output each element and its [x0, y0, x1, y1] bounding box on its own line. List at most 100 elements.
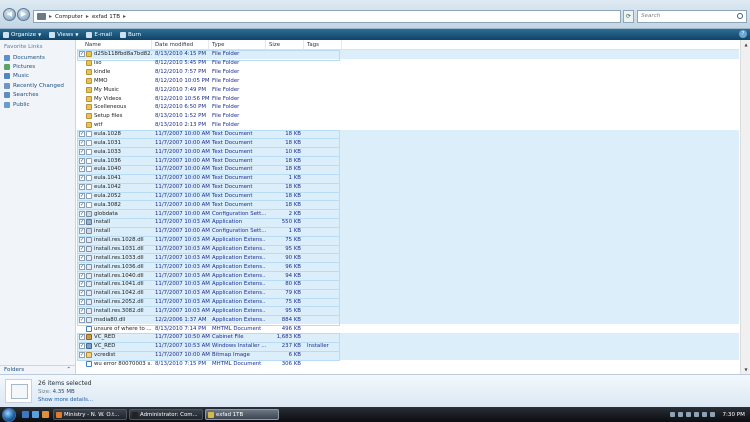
- row-checkbox[interactable]: ✓: [79, 290, 85, 297]
- file-row[interactable]: kindle 8/12/2010 7:57 PM File Folder: [77, 68, 739, 77]
- row-checkbox[interactable]: [79, 361, 85, 367]
- tray-icon[interactable]: [686, 412, 692, 417]
- row-checkbox[interactable]: ✓: [79, 272, 85, 279]
- file-row[interactable]: ✓ eula.1028 11/7/2007 10:00 AM Text Documen…: [77, 129, 739, 141]
- row-checkbox[interactable]: ✓: [79, 51, 85, 58]
- breadcrumb-computer[interactable]: Computer: [55, 14, 83, 20]
- start-button[interactable]: [2, 407, 16, 422]
- clock[interactable]: 7:30 PM: [722, 412, 745, 418]
- tray-icon[interactable]: [678, 412, 684, 417]
- address-field[interactable]: ▸ Computer ▸ exfad 1TB ▸: [33, 10, 621, 23]
- file-row[interactable]: ✓ eula.2052 11/7/2007 10:00 AM Text Documen…: [77, 191, 739, 202]
- file-row[interactable]: ✓ eula.1041 11/7/2007 10:00 AM Text Documen…: [77, 173, 739, 185]
- file-row[interactable]: ✓ eula.1031 11/7/2007 10:00 AM Text Documen…: [77, 138, 739, 149]
- column-header-tags[interactable]: Tags: [304, 40, 342, 49]
- row-checkbox[interactable]: [79, 78, 85, 84]
- row-checkbox[interactable]: ✓: [79, 343, 85, 350]
- file-row[interactable]: ✓ eula.3082 11/7/2007 10:00 AM Text Documen…: [77, 200, 739, 211]
- back-button[interactable]: ◀: [3, 8, 16, 21]
- quick-launch-icon[interactable]: [22, 411, 29, 418]
- file-row[interactable]: wu error 80070003 s... 8/13/2010 7:15 PM M…: [77, 360, 739, 369]
- file-row[interactable]: ✓ install.res.2052.dll 11/7/2007 10:03 AM A…: [77, 297, 739, 309]
- taskbar-button[interactable]: Administrator: Com...: [129, 409, 203, 420]
- file-row[interactable]: ✓ eula.1036 11/7/2007 10:00 AM Text Documen…: [77, 156, 739, 167]
- file-row[interactable]: ✓ eula.1040 11/7/2007 10:00 AM Text Documen…: [77, 164, 739, 176]
- row-checkbox[interactable]: ✓: [79, 245, 85, 252]
- file-row[interactable]: My Music 8/12/2010 7:49 PM File Folder: [77, 85, 739, 94]
- breadcrumb-drive[interactable]: exfad 1TB: [92, 14, 120, 20]
- search-input[interactable]: Search: [637, 10, 747, 23]
- row-checkbox[interactable]: ✓: [79, 307, 85, 314]
- show-more-details-link[interactable]: Show more details...: [38, 397, 93, 403]
- sidebar-item-searches[interactable]: Searches: [0, 91, 75, 100]
- sidebar-item-music[interactable]: Music: [0, 72, 75, 81]
- column-header-date[interactable]: Date modified: [152, 40, 209, 49]
- row-checkbox[interactable]: ✓: [79, 175, 85, 182]
- row-checkbox[interactable]: ✓: [79, 334, 85, 341]
- refresh-button[interactable]: ⟳: [623, 10, 634, 23]
- row-checkbox[interactable]: ✓: [79, 352, 85, 359]
- burn-button[interactable]: Burn: [119, 31, 141, 38]
- file-row[interactable]: My Videos 8/12/2010 10:56 PM File Folder: [77, 94, 739, 103]
- quick-launch-icon[interactable]: [32, 411, 39, 418]
- taskbar-button[interactable]: Ministry - N. W. O.t...: [53, 409, 127, 420]
- tray-icon[interactable]: [694, 412, 700, 417]
- quick-launch-icon[interactable]: [42, 411, 49, 418]
- file-row[interactable]: wtf 8/13/2010 2:13 PM File Folder: [77, 121, 739, 130]
- row-checkbox[interactable]: ✓: [79, 131, 85, 138]
- file-row[interactable]: ✓ install 11/7/2007 10:03 AM Application 550…: [77, 218, 739, 229]
- file-row[interactable]: unsure of where to ... 8/13/2010 7:14 PM M…: [77, 324, 739, 333]
- search-icon[interactable]: [737, 13, 743, 19]
- file-row[interactable]: MMO 8/12/2010 10:05 PM File Folder: [77, 77, 739, 86]
- file-row[interactable]: ✓ install.res.1042.dll 11/7/2007 10:03 AM A…: [77, 288, 739, 300]
- email-button[interactable]: E-mail: [86, 31, 112, 38]
- folders-toggle[interactable]: Folders ⌃: [0, 365, 75, 374]
- column-header-name[interactable]: Name: [77, 40, 152, 49]
- views-button[interactable]: Views ▼: [49, 31, 78, 38]
- row-checkbox[interactable]: ✓: [79, 316, 85, 323]
- help-button[interactable]: ?: [739, 30, 747, 38]
- row-checkbox[interactable]: ✓: [79, 139, 85, 146]
- scroll-up-icon[interactable]: ▲: [741, 40, 750, 49]
- sidebar-item-documents[interactable]: Documents: [0, 53, 75, 62]
- file-row[interactable]: ✓ globdata 11/7/2007 10:00 AM Configuration…: [77, 209, 739, 220]
- file-row[interactable]: ✓ msdia80.dll 12/2/2006 1:37 AM Application…: [77, 315, 739, 326]
- volume-icon[interactable]: [710, 412, 716, 417]
- row-checkbox[interactable]: [79, 113, 85, 119]
- organize-button[interactable]: Organize ▼: [3, 31, 41, 38]
- row-checkbox[interactable]: ✓: [79, 192, 85, 199]
- row-checkbox[interactable]: [79, 122, 85, 128]
- sidebar-item-pictures[interactable]: Pictures: [0, 62, 75, 71]
- row-checkbox[interactable]: ✓: [79, 263, 85, 270]
- column-header-type[interactable]: Type: [209, 40, 266, 49]
- file-row[interactable]: ✓ install.res.1031.dll 11/7/2007 10:03 AM A…: [77, 244, 739, 255]
- file-row[interactable]: ✓ eula.1042 11/7/2007 10:00 AM Text Documen…: [77, 182, 739, 194]
- row-checkbox[interactable]: ✓: [79, 157, 85, 164]
- row-checkbox[interactable]: [79, 60, 85, 66]
- file-row[interactable]: iso 8/12/2010 5:45 PM File Folder: [77, 59, 739, 68]
- file-row[interactable]: Scelleneous 8/12/2010 6:50 PM File Folder: [77, 103, 739, 112]
- forward-button[interactable]: ▶: [17, 8, 30, 21]
- network-icon[interactable]: [702, 412, 708, 417]
- file-row[interactable]: ✓ install.res.1036.dll 11/7/2007 10:03 AM A…: [77, 262, 739, 273]
- vertical-scrollbar[interactable]: ▲ ▼: [740, 40, 750, 374]
- row-checkbox[interactable]: [79, 87, 85, 93]
- row-checkbox[interactable]: ✓: [79, 166, 85, 173]
- row-checkbox[interactable]: ✓: [79, 254, 85, 261]
- file-row[interactable]: ✓ install.res.1040.dll 11/7/2007 10:03 AM A…: [77, 271, 739, 282]
- file-row[interactable]: ✓ install.res.3082.dll 11/7/2007 10:03 AM A…: [77, 306, 739, 317]
- file-row[interactable]: ✓ d25b118fbd8a7bd82... 8/13/2010 4:15 PM Fi…: [77, 50, 739, 61]
- row-checkbox[interactable]: [79, 96, 85, 102]
- row-checkbox[interactable]: ✓: [79, 210, 85, 217]
- row-checkbox[interactable]: [79, 104, 85, 110]
- file-row[interactable]: ✓ eula.1033 11/7/2007 10:00 AM Text Documen…: [77, 147, 739, 158]
- file-row[interactable]: ✓ install.res.1033.dll 11/7/2007 10:03 AM A…: [77, 253, 739, 264]
- row-checkbox[interactable]: ✓: [79, 228, 85, 235]
- row-checkbox[interactable]: ✓: [79, 299, 85, 306]
- taskbar-button[interactable]: exfad 1TB: [205, 409, 279, 420]
- file-row[interactable]: ✓ VC_RED 11/7/2007 10:50 AM Cabinet File 1,6…: [77, 333, 739, 344]
- row-checkbox[interactable]: [79, 69, 85, 75]
- row-checkbox[interactable]: ✓: [79, 201, 85, 208]
- sidebar-item-public[interactable]: Public: [0, 100, 75, 109]
- row-checkbox[interactable]: ✓: [79, 148, 85, 155]
